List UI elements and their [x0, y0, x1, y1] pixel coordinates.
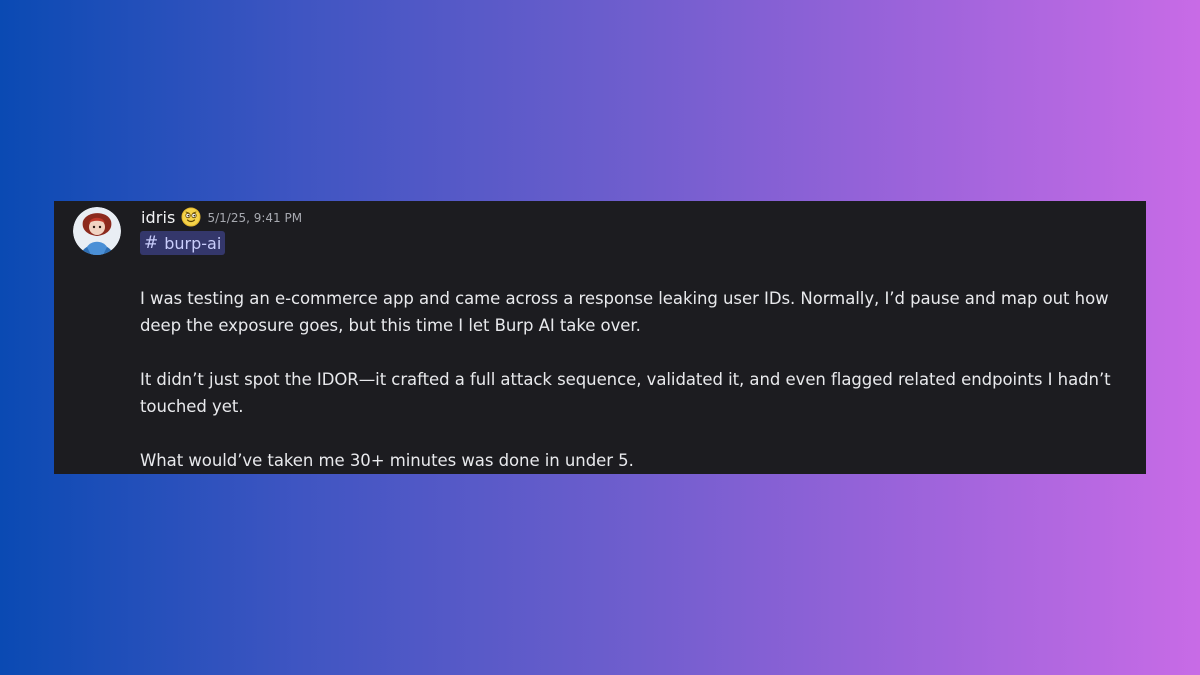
chat-message: idris 5/1/25, 9:41 PM # burp-ai I was te… — [54, 201, 1146, 474]
message-timestamp: 5/1/25, 9:41 PM — [207, 211, 303, 225]
message-paragraph: It didn’t just spot the IDOR—it crafted … — [140, 370, 1111, 416]
message-content: I was testing an e-commerce app and came… — [140, 285, 1140, 474]
hash-icon: # — [144, 233, 159, 253]
username[interactable]: idris — [141, 208, 175, 227]
channel-mention[interactable]: # burp-ai — [140, 231, 226, 255]
emoji-badge-icon — [181, 207, 201, 227]
message-paragraph: What would’ve taken me 30+ minutes was d… — [140, 451, 634, 470]
message-paragraph: I was testing an e-commerce app and came… — [140, 289, 1109, 335]
channel-name: burp-ai — [164, 233, 222, 253]
message-header: idris 5/1/25, 9:41 PM — [141, 206, 302, 228]
avatar-image — [73, 207, 121, 255]
user-avatar[interactable] — [73, 207, 121, 255]
